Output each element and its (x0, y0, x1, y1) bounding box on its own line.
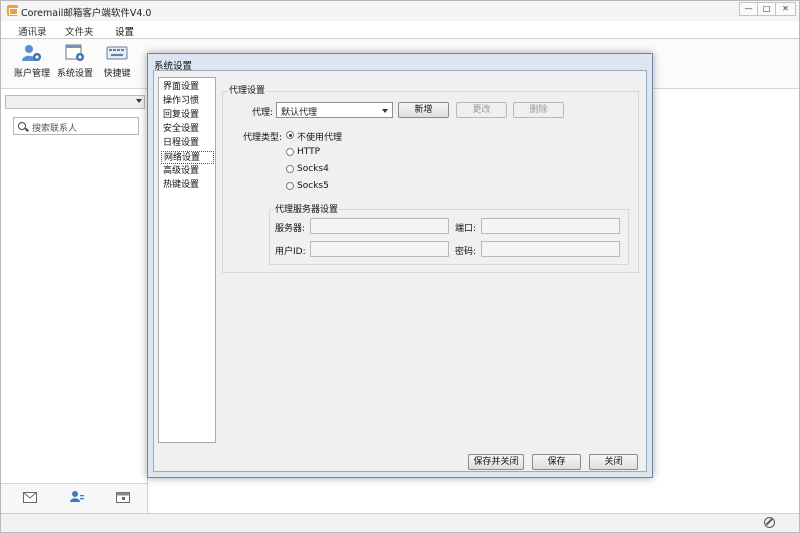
calendar-icon[interactable] (116, 492, 130, 503)
nav-item-hotkeys[interactable]: 热键设置 (161, 179, 214, 192)
proxy-type-label: 代理类型: (243, 133, 283, 143)
proxy-server-title: 代理服务器设置 (274, 202, 340, 215)
proxy-settings-title: 代理设置 (228, 83, 267, 96)
system-settings-dialog: 系统设置 界面设置 操作习惯 回复设置 安全设置 日程设置 网络设置 高级设置 … (147, 53, 653, 478)
title-bar: Coremail邮箱客户端软件V4.0 — □ ✕ (1, 1, 799, 21)
settings-nav-list: 界面设置 操作习惯 回复设置 安全设置 日程设置 网络设置 高级设置 热键设置 (158, 77, 216, 443)
left-bottom-bar (1, 483, 147, 513)
nav-item-habits[interactable]: 操作习惯 (161, 95, 214, 108)
dialog-body: 界面设置 操作习惯 回复设置 安全设置 日程设置 网络设置 高级设置 热键设置 … (153, 70, 647, 472)
close-window-button[interactable]: ✕ (775, 2, 796, 16)
userid-field[interactable] (310, 241, 449, 257)
nav-item-reply[interactable]: 回复设置 (161, 109, 214, 122)
userid-label: 用户ID: (275, 247, 306, 257)
delete-proxy-button[interactable]: 删除 (513, 102, 564, 118)
account-manage-label: 账户管理 (13, 69, 50, 79)
radio-no-proxy[interactable] (286, 131, 294, 139)
search-placeholder: 搜索联系人 (32, 124, 78, 134)
new-proxy-button[interactable]: 新增 (398, 102, 449, 118)
tab-settings[interactable]: 设置 (110, 24, 139, 41)
radio-socks5[interactable] (286, 182, 294, 190)
system-settings-button[interactable]: 系统设置 (53, 43, 97, 83)
chevron-down-icon (136, 99, 142, 103)
system-settings-label: 系统设置 (56, 69, 93, 79)
radio-no-proxy-label: 不使用代理 (297, 133, 343, 143)
radio-socks5-label: Socks5 (297, 181, 329, 191)
offline-status-icon[interactable] (764, 517, 775, 528)
keyboard-icon (106, 43, 128, 63)
edit-proxy-button[interactable]: 更改 (456, 102, 507, 118)
chevron-down-icon (382, 109, 388, 113)
proxy-select[interactable]: 默认代理 (276, 102, 393, 118)
radio-http-label: HTTP (297, 147, 321, 157)
status-bar (1, 513, 799, 532)
mail-icon[interactable] (23, 492, 37, 503)
search-icon (18, 122, 26, 130)
account-manage-button[interactable]: 账户管理 (10, 43, 54, 83)
account-gear-icon (21, 43, 43, 63)
maximize-button[interactable]: □ (757, 2, 776, 16)
password-field[interactable] (481, 241, 620, 257)
proxy-label: 代理: (252, 108, 274, 118)
nav-item-schedule[interactable]: 日程设置 (161, 137, 214, 150)
port-field[interactable] (481, 218, 620, 234)
tab-contacts[interactable]: 通讯录 (18, 24, 47, 38)
save-and-close-button[interactable]: 保存并关闭 (468, 454, 524, 470)
proxy-select-value: 默认代理 (281, 108, 318, 118)
nav-item-network[interactable]: 网络设置 (161, 151, 214, 164)
nav-item-advanced[interactable]: 高级设置 (161, 165, 214, 178)
shortcut-key-label: 快捷键 (103, 69, 131, 79)
app-logo-icon (7, 5, 18, 16)
contacts-icon[interactable] (70, 490, 84, 502)
account-combo[interactable] (5, 95, 145, 109)
contact-search-input[interactable]: 搜索联系人 (13, 117, 139, 135)
settings-window-icon (64, 43, 86, 63)
server-label: 服务器: (275, 224, 306, 234)
port-label: 端口: (455, 224, 477, 234)
server-field[interactable] (310, 218, 449, 234)
save-button[interactable]: 保存 (532, 454, 581, 470)
shortcut-key-button[interactable]: 快捷键 (95, 43, 139, 83)
nav-item-ui[interactable]: 界面设置 (161, 81, 214, 94)
minimize-button[interactable]: — (739, 2, 758, 16)
menu-tab-bar: 通讯录 文件夹 设置 (1, 21, 799, 41)
radio-http[interactable] (286, 148, 294, 156)
tab-folders[interactable]: 文件夹 (65, 24, 94, 38)
window-title: Coremail邮箱客户端软件V4.0 (21, 8, 152, 19)
radio-socks4-label: Socks4 (297, 164, 329, 174)
nav-item-security[interactable]: 安全设置 (161, 123, 214, 136)
radio-socks4[interactable] (286, 165, 294, 173)
close-dialog-button[interactable]: 关闭 (589, 454, 638, 470)
password-label: 密码: (455, 247, 477, 257)
left-panel: 搜索联系人 (1, 89, 148, 513)
